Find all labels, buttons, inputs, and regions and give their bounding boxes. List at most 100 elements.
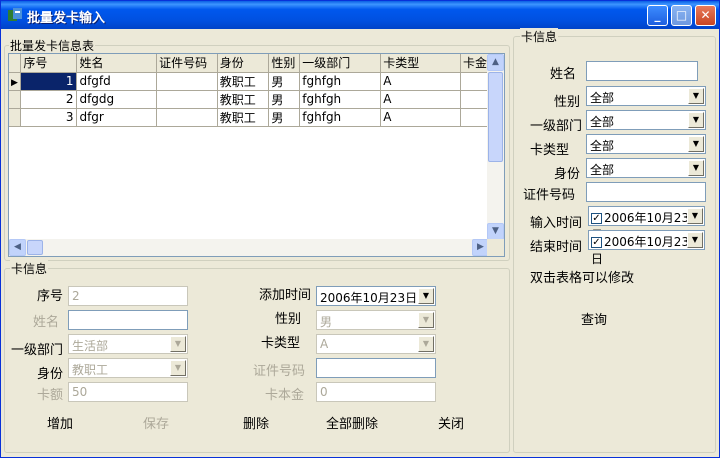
- maximize-button[interactable]: □: [671, 5, 692, 26]
- column-header[interactable]: 性别: [268, 54, 301, 73]
- row-indicator[interactable]: [9, 108, 22, 127]
- filter-name-field[interactable]: [586, 61, 698, 81]
- dropdown-arrow-icon[interactable]: ▼: [418, 288, 434, 304]
- current-row-arrow-icon: ▶: [11, 78, 18, 88]
- table-row[interactable]: ▶ 1 dfgfd 教职工男 fghfgh A: [9, 72, 504, 91]
- column-header[interactable]: 卡类型: [380, 54, 461, 73]
- table-row[interactable]: 2 dfgdg 教职工男 fghfgh A: [9, 90, 504, 109]
- table-cell[interactable]: 教职工: [217, 108, 270, 127]
- filter-dept-select[interactable]: 全部 ▼: [586, 110, 706, 130]
- grid-vertical-scrollbar[interactable]: ▲ ▼: [487, 54, 504, 240]
- filter-id-no-field[interactable]: [586, 182, 706, 202]
- end-time-label: 结束时间: [530, 240, 583, 255]
- table-cell[interactable]: A: [380, 90, 461, 109]
- checkbox-icon[interactable]: ✓: [591, 213, 602, 224]
- deposit-label: 卡本金: [265, 388, 305, 403]
- column-header[interactable]: 一级部门: [299, 54, 382, 73]
- name-field[interactable]: [68, 310, 188, 330]
- deposit-field[interactable]: 0: [316, 382, 436, 402]
- gender-select-value: 男: [320, 315, 333, 329]
- id-no-field[interactable]: [316, 358, 436, 378]
- table-cell[interactable]: fghfgh: [299, 72, 382, 91]
- seq-field[interactable]: 2: [68, 286, 188, 306]
- table-cell[interactable]: fghfgh: [299, 108, 382, 127]
- row-indicator[interactable]: [9, 90, 22, 109]
- add-time-picker[interactable]: 2006年10月23日 ▼: [316, 286, 436, 306]
- filter-gender-value: 全部: [590, 91, 615, 105]
- end-time-picker[interactable]: ✓ 2006年10月23日 ▼: [588, 230, 705, 266]
- horizontal-scroll-thumb[interactable]: [27, 240, 43, 255]
- batch-card-window: 批量发卡输入 _ □ ✕ 批量发卡信息表 序号 姓名 证件号码 身份 性别 一级部门 卡类型…: [0, 0, 720, 458]
- scroll-left-icon[interactable]: ◀: [9, 239, 26, 256]
- grid-group-label: 批量发卡信息表: [9, 37, 96, 54]
- table-cell[interactable]: dfgdg: [76, 90, 158, 109]
- table-cell[interactable]: [156, 72, 218, 91]
- dropdown-arrow-icon[interactable]: ▼: [170, 360, 186, 376]
- table-cell[interactable]: 教职工: [217, 90, 270, 109]
- dropdown-arrow-icon[interactable]: ▼: [688, 112, 704, 128]
- table-cell[interactable]: 男: [268, 108, 301, 127]
- dropdown-arrow-icon[interactable]: ▼: [687, 208, 703, 224]
- table-cell[interactable]: 男: [268, 72, 301, 91]
- table-cell[interactable]: dfgfd: [76, 72, 158, 91]
- dropdown-arrow-icon[interactable]: ▼: [418, 336, 434, 352]
- dropdown-arrow-icon[interactable]: ▼: [418, 312, 434, 328]
- dropdown-arrow-icon[interactable]: ▼: [170, 336, 186, 352]
- filter-gender-select[interactable]: 全部 ▼: [586, 86, 706, 106]
- scroll-up-icon[interactable]: ▲: [487, 54, 504, 71]
- title-bar[interactable]: 批量发卡输入 _ □ ✕: [1, 1, 719, 29]
- table-cell[interactable]: [156, 108, 218, 127]
- table-cell[interactable]: 男: [268, 90, 301, 109]
- dropdown-arrow-icon[interactable]: ▼: [688, 136, 704, 152]
- table-cell[interactable]: [156, 90, 218, 109]
- dept-select[interactable]: 生活部 ▼: [68, 334, 188, 354]
- close-window-button[interactable]: ✕: [695, 5, 716, 26]
- filter-name-label: 姓名: [550, 67, 577, 82]
- dropdown-arrow-icon[interactable]: ▼: [687, 232, 703, 248]
- query-button[interactable]: 查询: [564, 311, 624, 331]
- table-cell[interactable]: dfgr: [76, 108, 158, 127]
- dropdown-arrow-icon[interactable]: ▼: [688, 88, 704, 104]
- amount-field[interactable]: 50: [68, 382, 188, 402]
- row-indicator[interactable]: ▶: [9, 72, 22, 91]
- dept-select-value: 生活部: [72, 339, 109, 353]
- edit-hint: 双击表格可以修改: [530, 271, 635, 286]
- seq-label: 序号: [37, 289, 64, 304]
- delete-button[interactable]: 删除: [226, 415, 286, 435]
- id-no-label: 证件号码: [253, 364, 306, 379]
- table-row[interactable]: 3 dfgr 教职工男 fghfgh A: [9, 108, 504, 127]
- table-cell[interactable]: 1: [20, 72, 78, 91]
- filter-identity-value: 全部: [590, 163, 615, 177]
- table-cell[interactable]: A: [380, 108, 461, 127]
- table-cell[interactable]: fghfgh: [299, 90, 382, 109]
- add-time-value: 2006年10月23日: [320, 291, 418, 305]
- grid-horizontal-scrollbar[interactable]: ◀ ▶: [9, 239, 489, 256]
- filter-card-type-label: 卡类型: [530, 143, 570, 158]
- add-button[interactable]: 增加: [30, 415, 90, 435]
- input-time-picker[interactable]: ✓2006年10月23日 ▼: [588, 206, 705, 242]
- table-cell[interactable]: 2: [20, 90, 78, 109]
- table-cell[interactable]: A: [380, 72, 461, 91]
- minimize-button[interactable]: _: [647, 5, 668, 26]
- column-header[interactable]: 姓名: [76, 54, 158, 73]
- scroll-down-icon[interactable]: ▼: [487, 223, 504, 240]
- table-cell[interactable]: 3: [20, 108, 78, 127]
- dropdown-arrow-icon[interactable]: ▼: [688, 160, 704, 176]
- save-button[interactable]: 保存: [126, 415, 186, 435]
- column-header[interactable]: 序号: [20, 54, 78, 73]
- card-grid[interactable]: 序号 姓名 证件号码 身份 性别 一级部门 卡类型 卡金额 ▶ 1 dfgfd 教职工男 fghfgh…: [8, 53, 505, 257]
- checkbox-icon[interactable]: ✓: [591, 237, 602, 248]
- delete-all-button[interactable]: 全部删除: [317, 415, 387, 435]
- filter-group-label: 卡信息: [520, 28, 559, 45]
- filter-gender-label: 性别: [554, 95, 581, 110]
- vertical-scroll-thumb[interactable]: [488, 72, 503, 162]
- gender-select[interactable]: 男 ▼: [316, 310, 436, 330]
- close-button[interactable]: 关闭: [421, 415, 481, 435]
- column-header[interactable]: 身份: [217, 54, 270, 73]
- filter-identity-select[interactable]: 全部 ▼: [586, 158, 706, 178]
- table-cell[interactable]: 教职工: [217, 72, 270, 91]
- identity-select[interactable]: 教职工 ▼: [68, 358, 188, 378]
- column-header[interactable]: 证件号码: [156, 54, 218, 73]
- card-type-select[interactable]: A ▼: [316, 334, 436, 354]
- filter-card-type-select[interactable]: 全部 ▼: [586, 134, 706, 154]
